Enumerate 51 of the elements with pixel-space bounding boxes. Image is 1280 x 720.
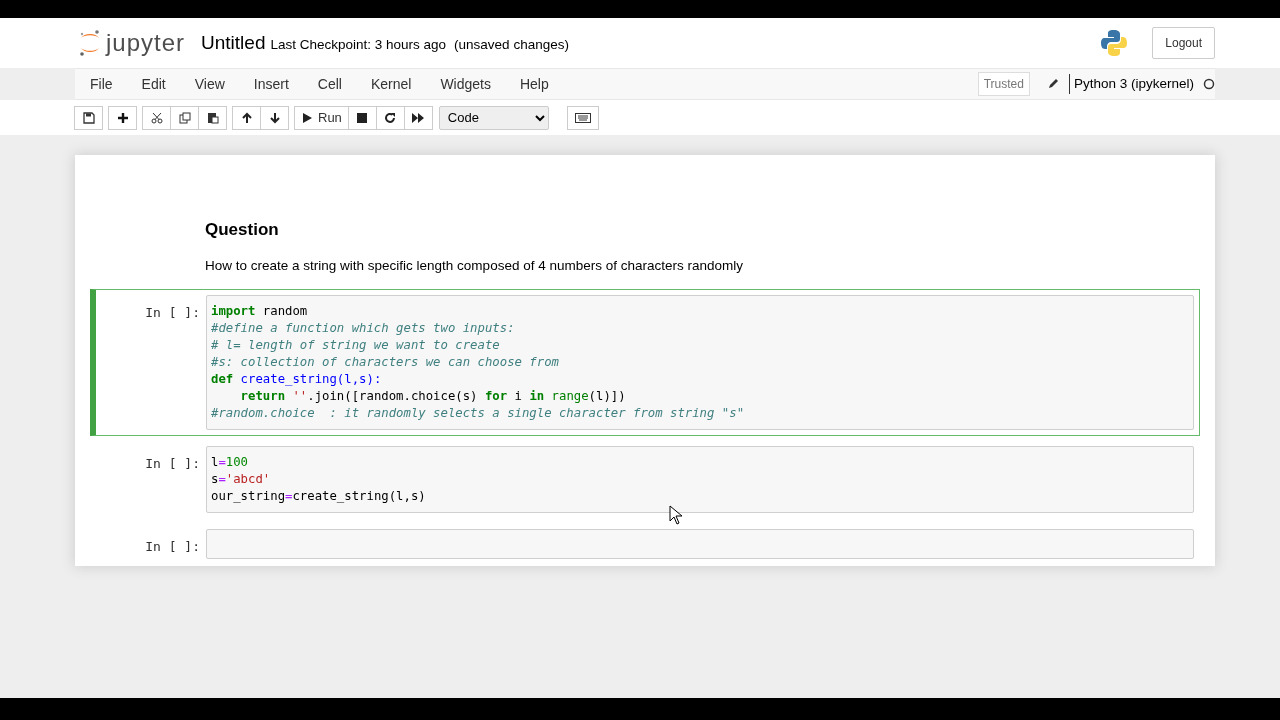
menu-item[interactable]: Insert (243, 73, 299, 95)
menu-item[interactable]: Cell (307, 73, 352, 95)
checkpoint-text: Last Checkpoint: 3 hours ago (270, 35, 447, 54)
mouse-pointer-icon (669, 505, 683, 525)
menu-item[interactable]: Edit (131, 73, 176, 95)
menu-item[interactable]: File (80, 73, 123, 95)
input-prompt: In [ ]: (144, 454, 201, 473)
copy-icon (178, 111, 191, 124)
logo-text[interactable]: jupyter (106, 25, 186, 61)
kernel-name[interactable]: Python 3 (ipykernel) (1073, 73, 1194, 95)
markdown-heading: Question (205, 220, 280, 241)
input-prompt: In [ ]: (144, 303, 201, 322)
fast-forward-button[interactable] (403, 105, 433, 130)
code-editor[interactable]: import random #define a function which gets two inputs: # l= length of string we want to create #s: collection of characters we can choose from def create_string(l,s): return ''.join([random.choice(s) for i in range(l)]) #random.choice : it randomly selects a single character from string "s" (206, 294, 1194, 430)
keyboard-button[interactable] (566, 105, 599, 130)
plus-button[interactable] (108, 105, 137, 130)
fast-forward-icon (412, 111, 425, 124)
arrow-down-icon (268, 111, 281, 124)
selected-code-cell[interactable] (90, 288, 1200, 436)
menu-item[interactable]: Help (509, 73, 559, 95)
arrow-down-button[interactable] (260, 105, 289, 130)
paste-button[interactable] (198, 105, 227, 130)
paste-icon (206, 111, 219, 124)
stop-button[interactable] (347, 105, 377, 130)
scissors-icon (150, 111, 163, 124)
plus-icon (116, 111, 129, 124)
run-button[interactable]: Run (294, 105, 349, 130)
pencil-icon[interactable] (1046, 78, 1059, 90)
logo-icon (78, 29, 102, 57)
save-status: (unsaved changes) (454, 35, 569, 54)
scissors-button[interactable] (142, 105, 171, 130)
play-icon (301, 111, 313, 124)
save-button[interactable] (74, 105, 103, 130)
code-editor[interactable]: l=100 s='abcd' our_string=create_string(l,s) (206, 445, 1194, 513)
menu-item[interactable]: View (184, 73, 235, 95)
notebook-title[interactable]: Untitled (201, 28, 266, 58)
cell-type-dropdown[interactable]: Code (438, 105, 549, 130)
restart-button[interactable] (375, 105, 405, 130)
arrow-up-button[interactable] (232, 105, 261, 130)
menu-item[interactable]: Widgets (430, 73, 501, 95)
stop-icon (356, 111, 369, 124)
trusted-indicator[interactable]: Trusted (977, 72, 1030, 96)
keyboard-icon (574, 112, 591, 123)
logout-button[interactable]: Logout (1152, 27, 1215, 59)
input-prompt: In [ ]: (144, 537, 201, 556)
markdown-text: How to create a string with specific length composed of 4 numbers of characters randomly (205, 257, 744, 276)
python-logo-icon (1100, 29, 1129, 57)
save-icon (82, 111, 95, 124)
arrow-up-icon (240, 111, 253, 124)
restart-icon (384, 111, 397, 124)
menu-item[interactable]: Kernel (360, 73, 422, 95)
